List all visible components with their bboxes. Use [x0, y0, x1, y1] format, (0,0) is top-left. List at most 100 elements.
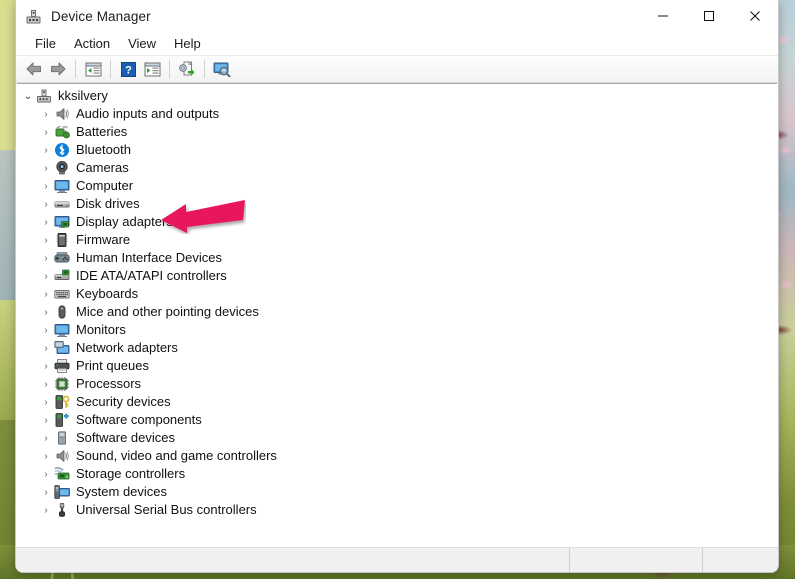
close-button[interactable] [732, 0, 778, 32]
minimize-button[interactable] [640, 0, 686, 32]
tree-item-sound-video-and-game-controllers[interactable]: › Sound, video and game controllers [17, 447, 777, 465]
chevron-right-icon[interactable]: › [38, 178, 54, 194]
chevron-right-icon[interactable]: › [38, 196, 54, 212]
chevron-right-icon[interactable]: › [38, 394, 54, 410]
chevron-right-icon[interactable]: › [38, 466, 54, 482]
tree-item-disk-drives[interactable]: ›Disk drives [17, 195, 777, 213]
update-driver-button[interactable] [175, 58, 199, 80]
chevron-right-icon[interactable]: › [38, 250, 54, 266]
monitor-icon [54, 178, 70, 194]
chevron-right-icon[interactable]: › [38, 142, 54, 158]
tree-item-mice-and-other-pointing-devices[interactable]: ›Mice and other pointing devices [17, 303, 777, 321]
tree-item-batteries[interactable]: › Batteries [17, 123, 777, 141]
tree-item-bluetooth[interactable]: › Bluetooth [17, 141, 777, 159]
forward-button[interactable] [46, 58, 70, 80]
tree-item-processors[interactable]: ›Processors [17, 375, 777, 393]
chevron-right-icon[interactable]: › [38, 412, 54, 428]
chevron-right-icon[interactable]: › [38, 268, 54, 284]
tree-item-label: Computer [76, 178, 133, 194]
hid-gamepad-icon [54, 250, 70, 266]
chevron-right-icon[interactable]: › [38, 430, 54, 446]
window-title: Device Manager [51, 9, 151, 24]
show-hide-console-tree-button[interactable] [81, 58, 105, 80]
tree-item-label: Batteries [76, 124, 127, 140]
tree-item-label: Print queues [76, 358, 149, 374]
left-arrow-icon [25, 61, 43, 77]
mouse-icon [54, 304, 70, 320]
speaker-icon [54, 106, 70, 122]
chevron-right-icon[interactable]: › [38, 448, 54, 464]
battery-icon [54, 124, 70, 140]
status-pane-secondary [570, 548, 703, 572]
chevron-right-icon[interactable]: › [38, 232, 54, 248]
chevron-right-icon[interactable]: › [38, 160, 54, 176]
title-bar[interactable]: Device Manager [16, 0, 778, 32]
software-component-icon [54, 412, 70, 428]
tree-item-human-interface-devices[interactable]: ›Human Interface Devices [17, 249, 777, 267]
tree-item-audio-inputs-and-outputs[interactable]: ›Audio inputs and outputs [17, 105, 777, 123]
tree-item-label: Sound, video and game controllers [76, 448, 277, 464]
maximize-button[interactable] [686, 0, 732, 32]
menu-help[interactable]: Help [165, 34, 210, 54]
maximize-icon [703, 10, 715, 22]
tree-item-system-devices[interactable]: › System devices [17, 483, 777, 501]
tree-item-monitors[interactable]: › Monitors [17, 321, 777, 339]
chevron-right-icon[interactable]: › [38, 358, 54, 374]
properties-window-icon [144, 62, 161, 77]
device-manager-icon [25, 8, 42, 25]
chevron-right-icon[interactable]: › [38, 304, 54, 320]
software-device-icon [54, 430, 70, 446]
chevron-right-icon[interactable]: › [38, 214, 54, 230]
menu-file[interactable]: File [26, 34, 65, 54]
tree-item-cameras[interactable]: ›Cameras [17, 159, 777, 177]
tree-item-keyboards[interactable]: ›Keyboards [17, 285, 777, 303]
chevron-down-icon[interactable]: ⌄ [20, 88, 36, 104]
tree-item-label: Software components [76, 412, 202, 428]
computer-root-icon [36, 88, 52, 104]
tree-item-label: Universal Serial Bus controllers [76, 502, 257, 518]
menu-action[interactable]: Action [65, 34, 119, 54]
chevron-right-icon[interactable]: › [38, 502, 54, 518]
menu-view[interactable]: View [119, 34, 165, 54]
tree-item-label: Storage controllers [76, 466, 185, 482]
tree-item-display-adapters[interactable]: ›Display adapters [17, 213, 777, 231]
tree-item-network-adapters[interactable]: ›Network adapters [17, 339, 777, 357]
tree-item-firmware[interactable]: ›Firmware [17, 231, 777, 249]
tree-root-label: kksilvery [58, 88, 108, 104]
back-button[interactable] [22, 58, 46, 80]
status-bar [16, 547, 778, 572]
tree-item-security-devices[interactable]: ›Security devices [17, 393, 777, 411]
properties-button[interactable] [140, 58, 164, 80]
tree-item-label: Bluetooth [76, 142, 131, 158]
device-tree[interactable]: ⌄ kksilvery ›Audio inputs and outputs › Ba… [17, 83, 777, 547]
tree-item-software-components[interactable]: › Software components [17, 411, 777, 429]
chevron-right-icon[interactable]: › [38, 376, 54, 392]
chevron-right-icon[interactable]: › [38, 340, 54, 356]
toolbar-separator [110, 60, 111, 78]
system-device-icon [54, 484, 70, 500]
bluetooth-icon [54, 142, 70, 158]
speaker-icon [54, 448, 70, 464]
tree-item-universal-serial-bus-controllers[interactable]: › Universal Serial Bus controllers [17, 501, 777, 519]
tree-item-label: System devices [76, 484, 167, 500]
printer-icon [54, 358, 70, 374]
tree-item-storage-controllers[interactable]: › Storage controllers [17, 465, 777, 483]
ide-controller-icon [54, 268, 70, 284]
tree-item-label: Monitors [76, 322, 126, 338]
status-pane-message [16, 548, 570, 572]
close-icon [749, 10, 761, 22]
tree-item-ide-ata-atapi-controllers[interactable]: ›IDE ATA/ATAPI controllers [17, 267, 777, 285]
chevron-right-icon[interactable]: › [38, 322, 54, 338]
chevron-right-icon[interactable]: › [38, 484, 54, 500]
tree-root-node[interactable]: ⌄ kksilvery [17, 87, 777, 105]
chevron-right-icon[interactable]: › [38, 286, 54, 302]
tree-item-software-devices[interactable]: ›Software devices [17, 429, 777, 447]
camera-icon [54, 160, 70, 176]
scan-hardware-changes-button[interactable] [210, 58, 234, 80]
tree-item-print-queues[interactable]: › Print queues [17, 357, 777, 375]
help-button[interactable]: ? [116, 58, 140, 80]
tree-item-computer[interactable]: › Computer [17, 177, 777, 195]
chevron-right-icon[interactable]: › [38, 124, 54, 140]
scan-monitor-icon [213, 61, 231, 77]
chevron-right-icon[interactable]: › [38, 106, 54, 122]
